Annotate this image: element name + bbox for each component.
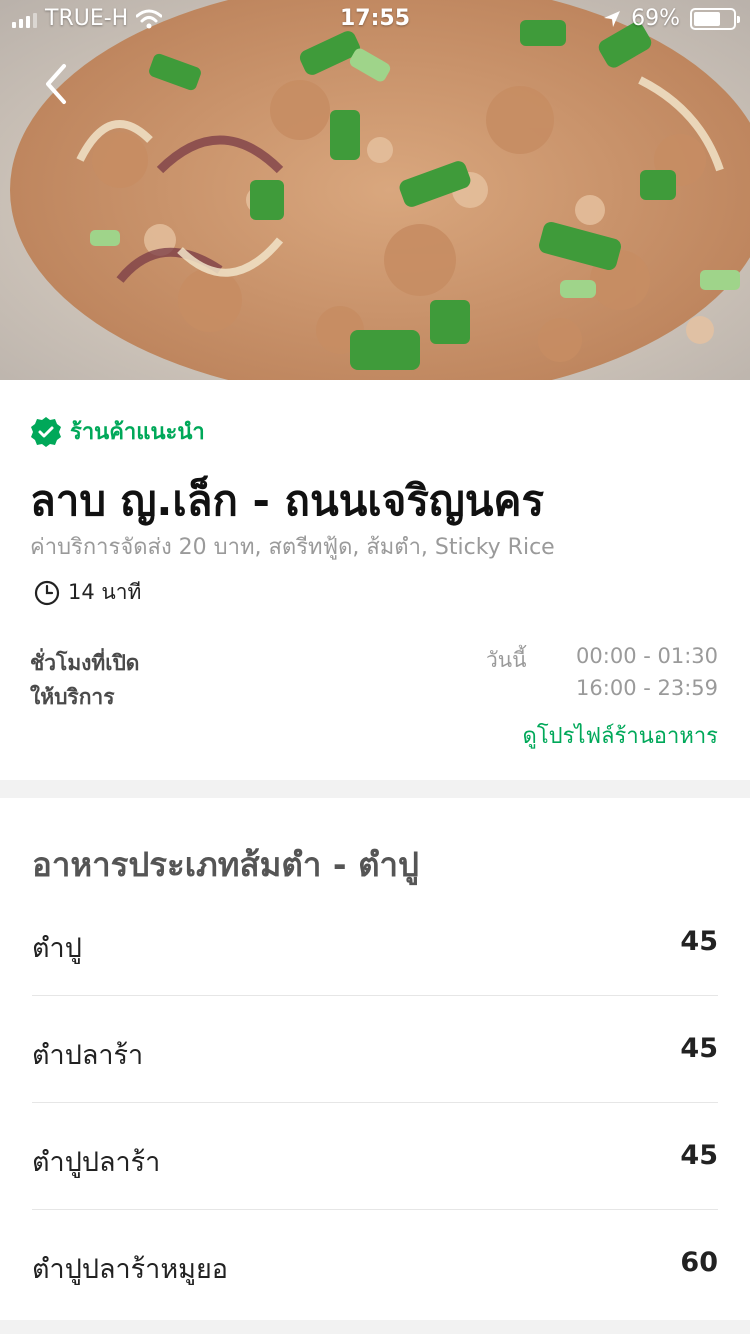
battery-percent: 69% xyxy=(631,6,680,31)
opening-hours-slot: 00:00 - 01:30 xyxy=(576,644,718,668)
view-restaurant-profile-link[interactable]: ดูโปรไฟล์ร้านอาหาร xyxy=(523,718,718,753)
chevron-left-icon xyxy=(46,64,66,104)
status-bar: TRUE-H 17:55 69% xyxy=(0,0,750,40)
restaurant-name: ลาบ ญ.เล็ก - ถนนเจริญนคร xyxy=(30,476,545,525)
recommended-badge: ร้านค้าแนะนำ xyxy=(30,414,205,449)
back-button[interactable] xyxy=(30,58,82,110)
menu-item-price: 45 xyxy=(680,1033,718,1064)
menu-section: อาหารประเภทส้มตำ - ตำปู ตำปู 45 ตำปลาร้า… xyxy=(0,798,750,1320)
menu-item-price: 45 xyxy=(680,1140,718,1171)
food-photo xyxy=(0,0,750,380)
menu-item-name: ตำปลาร้า xyxy=(32,1040,144,1071)
opening-hours-day: วันนี้ xyxy=(486,648,527,672)
restaurant-info-card: ร้านค้าแนะนำ ลาบ ญ.เล็ก - ถนนเจริญนคร ค่… xyxy=(0,380,750,780)
menu-item[interactable]: ตำปู 45 xyxy=(32,889,718,996)
menu-section-title: อาหารประเภทส้มตำ - ตำปู xyxy=(32,845,419,884)
menu-item-price: 60 xyxy=(680,1247,718,1278)
menu-item-name: ตำปูปลาร้าหมูยอ xyxy=(32,1254,228,1285)
menu-item[interactable]: ตำปลาร้า 45 xyxy=(32,996,718,1103)
battery-level-fill xyxy=(694,11,721,26)
location-arrow-icon xyxy=(604,10,621,27)
opening-hours-label-line1: ชั่วโมงที่เปิด xyxy=(30,651,140,675)
recommended-label: ร้านค้าแนะนำ xyxy=(70,420,205,445)
clock-icon xyxy=(34,580,60,605)
status-right: 69% xyxy=(603,6,740,31)
delivery-time-value: 14 นาที xyxy=(68,580,142,604)
opening-hours-label-line2: ให้บริการ xyxy=(30,685,115,709)
battery-icon xyxy=(690,7,740,30)
menu-list: ตำปู 45 ตำปลาร้า 45 ตำปูปลาร้า 45 ตำปูปล… xyxy=(32,889,718,1317)
hero-food-image: TRUE-H 17:55 69% xyxy=(0,0,750,380)
restaurant-tags: ค่าบริการจัดส่ง 20 บาท, สตรีทฟู้ด, ส้มตำ… xyxy=(30,535,555,560)
menu-item-price: 45 xyxy=(680,926,718,957)
opening-hours-times: 00:00 - 01:30 16:00 - 23:59 xyxy=(576,640,718,704)
delivery-time: 14 นาที xyxy=(34,576,141,609)
menu-item-name: ตำปู xyxy=(32,933,82,964)
menu-item[interactable]: ตำปูปลาร้า 45 xyxy=(32,1103,718,1210)
opening-hours-label: ชั่วโมงที่เปิด ให้บริการ xyxy=(30,646,139,714)
menu-item-name: ตำปูปลาร้า xyxy=(32,1147,161,1178)
menu-item[interactable]: ตำปูปลาร้าหมูยอ 60 xyxy=(32,1210,718,1317)
opening-hours-slot: 16:00 - 23:59 xyxy=(576,676,718,700)
verified-badge-icon xyxy=(31,416,61,447)
